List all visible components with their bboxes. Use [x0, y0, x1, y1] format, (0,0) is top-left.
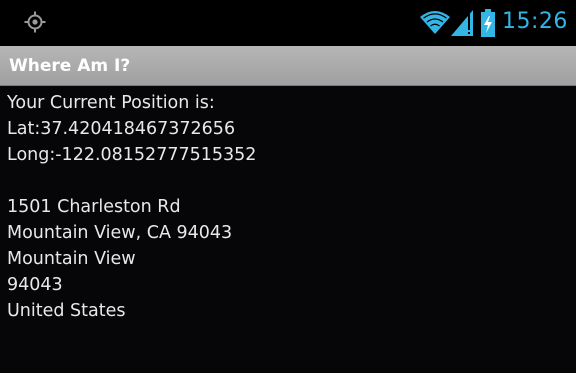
position-heading: Your Current Position is: [7, 93, 215, 113]
gps-icon [24, 11, 46, 33]
battery-charging-icon [481, 9, 495, 37]
status-clock: 15:26 [502, 9, 568, 34]
latitude-text: Lat:37.420418467372656 [7, 119, 236, 139]
address-city-state-zip: Mountain View, CA 94043 [7, 223, 233, 243]
app-title: Where Am I? [9, 56, 131, 76]
longitude-text: Long:-122.08152777515352 [7, 145, 257, 165]
phone-screen: 15:26 Where Am I? Your Current Position … [0, 0, 576, 373]
address-country: United States [7, 301, 126, 321]
location-content: Your Current Position is: Lat:37.4204184… [7, 90, 256, 324]
signal-icon [451, 10, 473, 36]
wifi-icon [420, 11, 450, 34]
address-postal-code: 94043 [7, 275, 63, 295]
address-locality: Mountain View [7, 249, 136, 269]
address-street: 1501 Charleston Rd [7, 197, 181, 217]
status-bar: 15:26 [0, 0, 576, 46]
app-title-bar: Where Am I? [0, 46, 576, 86]
